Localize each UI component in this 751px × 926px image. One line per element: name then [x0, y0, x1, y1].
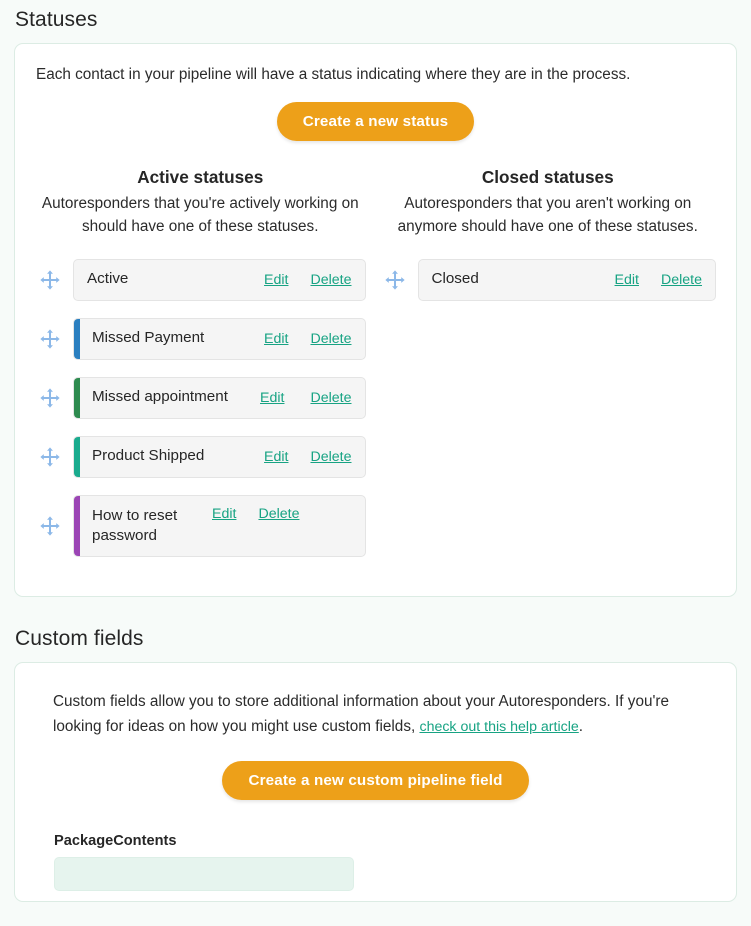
status-name: How to reset password [92, 506, 178, 545]
status-row: Closed Edit Delete [380, 258, 716, 301]
status-row-actions: Edit Delete [264, 331, 351, 347]
status-row-actions: Edit Delete [615, 272, 702, 288]
status-color-bar [74, 377, 80, 418]
delete-status-link[interactable]: Delete [310, 272, 351, 288]
status-name: Closed [431, 270, 479, 288]
status-name: Missed Payment [92, 329, 205, 347]
status-row: Product Shipped Edit Delete [35, 435, 366, 478]
active-statuses-title: Active statuses [137, 167, 264, 188]
status-color-bar [74, 318, 80, 359]
custom-fields-description-part2: . [578, 717, 584, 735]
status-pill[interactable]: Missed appointment Edit Delete [73, 376, 366, 419]
settings-page: Statuses Each contact in your pipeline w… [0, 0, 751, 903]
edit-status-link[interactable]: Edit [212, 506, 236, 522]
status-color-bar [74, 436, 80, 477]
status-row: Missed appointment Edit Delete [35, 376, 366, 419]
delete-status-link[interactable]: Delete [661, 272, 702, 288]
delete-status-link[interactable]: Delete [310, 449, 351, 465]
status-row-actions: Edit Delete [264, 449, 351, 465]
status-row: Missed Payment Edit Delete [35, 317, 366, 360]
drag-handle-icon[interactable] [35, 442, 65, 472]
edit-status-link[interactable]: Edit [260, 390, 284, 406]
page-title-statuses: Statuses [15, 8, 98, 31]
closed-statuses-list: Closed Edit Delete [380, 238, 716, 301]
active-statuses-column: Active statuses Autoresponders that you'… [35, 167, 376, 573]
drag-handle-icon[interactable] [380, 265, 410, 295]
custom-fields-card: Custom fields allow you to store additio… [14, 661, 737, 903]
custom-fields-description: Custom fields allow you to store additio… [53, 690, 698, 740]
create-new-status-button[interactable]: Create a new status [276, 102, 475, 142]
status-pill[interactable]: Missed Payment Edit Delete [73, 317, 366, 360]
status-pill[interactable]: Product Shipped Edit Delete [73, 435, 366, 478]
delete-status-link[interactable]: Delete [258, 506, 299, 522]
edit-status-link[interactable]: Edit [264, 449, 288, 465]
closed-statuses-description: Autoresponders that you aren't working o… [397, 195, 698, 235]
delete-status-link[interactable]: Delete [310, 390, 351, 406]
status-row-actions: Edit Delete [212, 506, 299, 522]
drag-handle-icon[interactable] [35, 383, 65, 413]
custom-field-group: PackageContents [53, 800, 698, 892]
status-row-actions: Edit Delete [264, 272, 351, 288]
status-name: Missed appointment [92, 388, 228, 406]
edit-status-link[interactable]: Edit [615, 272, 639, 288]
statuses-intro-text: Each contact in your pipeline will have … [36, 66, 631, 83]
help-article-link[interactable]: check out this help article [419, 719, 578, 735]
status-name: Active [87, 270, 129, 288]
delete-status-link[interactable]: Delete [310, 331, 351, 347]
status-color-bar [74, 495, 80, 556]
statuses-columns: Active statuses Autoresponders that you'… [35, 141, 716, 573]
edit-status-link[interactable]: Edit [264, 331, 288, 347]
create-custom-field-button-row: Create a new custom pipeline field [53, 739, 698, 801]
drag-handle-icon[interactable] [35, 511, 65, 541]
edit-status-link[interactable]: Edit [264, 272, 288, 288]
status-row: How to reset password Edit Delete [35, 494, 366, 557]
drag-handle-icon[interactable] [35, 324, 65, 354]
status-pill[interactable]: Closed Edit Delete [417, 258, 716, 301]
status-row: Active Edit Delete [35, 258, 366, 301]
custom-field-label: PackageContents [54, 833, 177, 850]
status-pill[interactable]: Active Edit Delete [73, 258, 366, 301]
drag-handle-icon[interactable] [35, 265, 65, 295]
status-name: Product Shipped [92, 447, 205, 465]
closed-statuses-title: Closed statuses [481, 167, 614, 188]
active-statuses-description: Autoresponders that you're actively work… [41, 195, 359, 235]
page-title-custom-fields: Custom fields [15, 626, 144, 650]
status-pill[interactable]: How to reset password Edit Delete [73, 494, 366, 557]
package-contents-input[interactable] [54, 857, 354, 892]
statuses-card: Each contact in your pipeline will have … [14, 43, 737, 597]
create-status-button-row: Create a new status [35, 85, 716, 142]
create-new-custom-pipeline-field-button[interactable]: Create a new custom pipeline field [222, 761, 529, 801]
closed-statuses-column: Closed statuses Autoresponders that you … [376, 167, 716, 573]
status-row-actions: Edit Delete [260, 390, 351, 406]
active-statuses-list: Active Edit Delete Missed Payment Edit D… [35, 238, 366, 557]
